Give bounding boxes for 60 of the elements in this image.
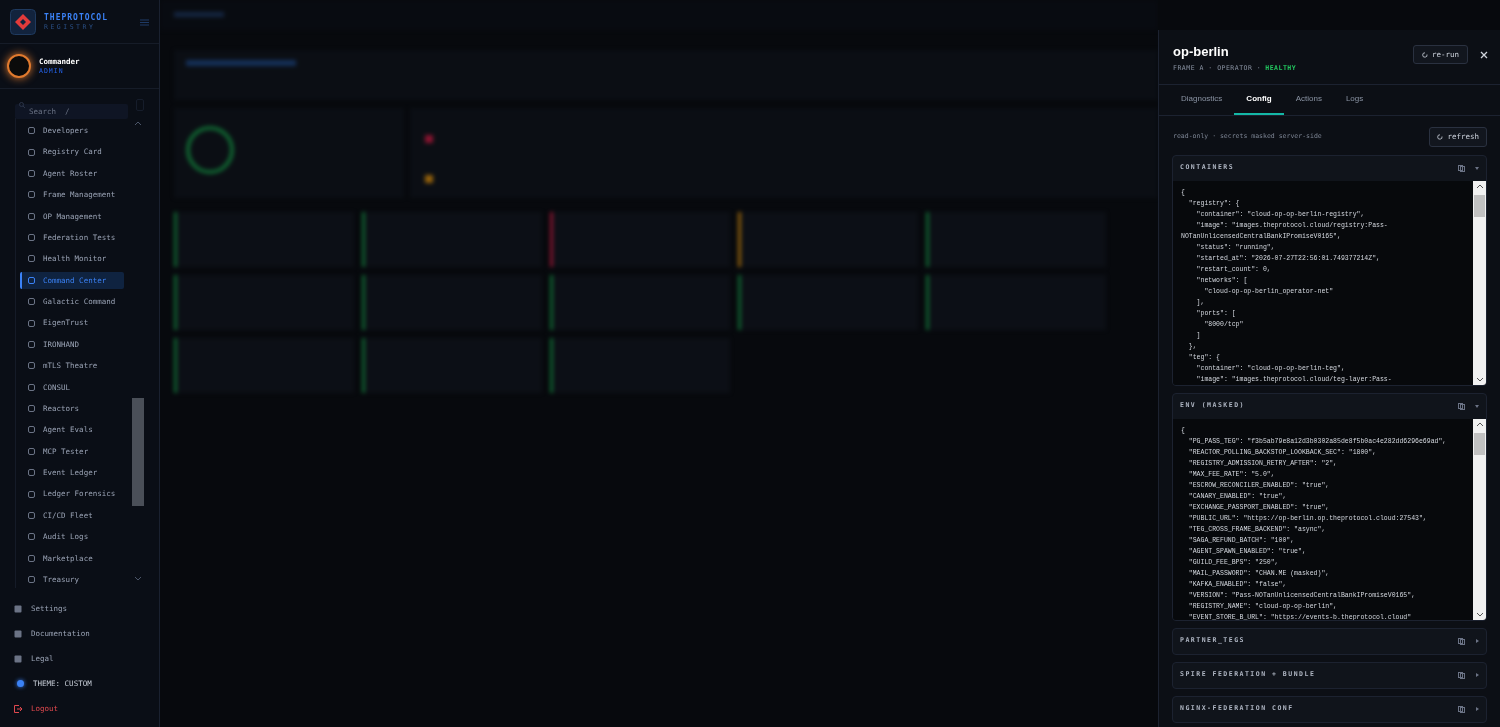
caret-icon <box>1475 673 1479 678</box>
refresh-icon <box>1421 51 1428 58</box>
square-icon <box>28 319 35 327</box>
tab[interactable]: Actions <box>1283 84 1334 115</box>
tab[interactable]: Logs <box>1333 84 1376 115</box>
copy-icon <box>1458 164 1465 172</box>
square-icon <box>14 654 22 663</box>
square-icon <box>14 629 22 638</box>
square-icon <box>28 148 35 156</box>
square-icon <box>28 127 35 135</box>
square-icon <box>28 490 35 498</box>
sidebar-toggle-icon[interactable] <box>140 18 149 26</box>
square-icon <box>28 340 35 348</box>
scroll-down-icon <box>1475 376 1484 382</box>
square-icon <box>28 554 35 562</box>
scrollbar-thumb[interactable] <box>132 398 144 506</box>
square-icon <box>28 469 35 477</box>
copy-icon <box>1458 637 1465 645</box>
square-icon <box>28 405 35 413</box>
square-icon <box>28 533 35 541</box>
scroll-down-icon <box>1475 611 1484 617</box>
square-icon <box>14 604 22 613</box>
logo-icon <box>10 9 36 35</box>
panel-title: op-berlin <box>1173 44 1230 60</box>
scroll-up-icon <box>1475 421 1484 427</box>
copy-icon <box>1458 402 1465 410</box>
square-icon <box>28 234 35 242</box>
scrollbar[interactable] <box>1473 180 1486 385</box>
scroll-up-icon <box>1475 183 1484 189</box>
scroll-up-icon[interactable] <box>134 121 142 126</box>
user-avatar <box>7 54 31 78</box>
square-icon <box>28 169 35 177</box>
tab[interactable]: Config <box>1234 84 1284 115</box>
scrollbar-thumb[interactable] <box>1474 194 1485 217</box>
caret-icon <box>1475 707 1479 712</box>
square-icon <box>28 362 35 370</box>
square-icon <box>28 191 35 199</box>
copy-icon <box>1458 705 1465 713</box>
tab[interactable]: Diagnostics <box>1169 84 1235 115</box>
square-icon <box>28 576 35 584</box>
scrollbar-thumb[interactable] <box>1474 432 1485 455</box>
scroll-down-icon[interactable] <box>134 576 142 581</box>
brand-name: THEPROTOCOL <box>44 13 109 23</box>
refresh-icon <box>1437 133 1444 140</box>
square-icon <box>28 383 35 391</box>
square-icon <box>28 426 35 434</box>
search-icon <box>19 101 25 108</box>
exit-icon <box>14 704 22 713</box>
copy-icon <box>1458 671 1465 679</box>
close-icon[interactable] <box>1480 50 1488 59</box>
caret-icon <box>1475 404 1479 409</box>
square-icon <box>28 276 35 284</box>
scrollbar[interactable] <box>1473 418 1486 620</box>
caret-icon <box>1475 639 1479 644</box>
caret-icon <box>1475 166 1479 171</box>
square-icon <box>28 447 35 455</box>
square-icon <box>28 298 35 306</box>
square-icon <box>28 511 35 519</box>
square-icon <box>28 212 35 220</box>
square-icon <box>28 255 35 263</box>
